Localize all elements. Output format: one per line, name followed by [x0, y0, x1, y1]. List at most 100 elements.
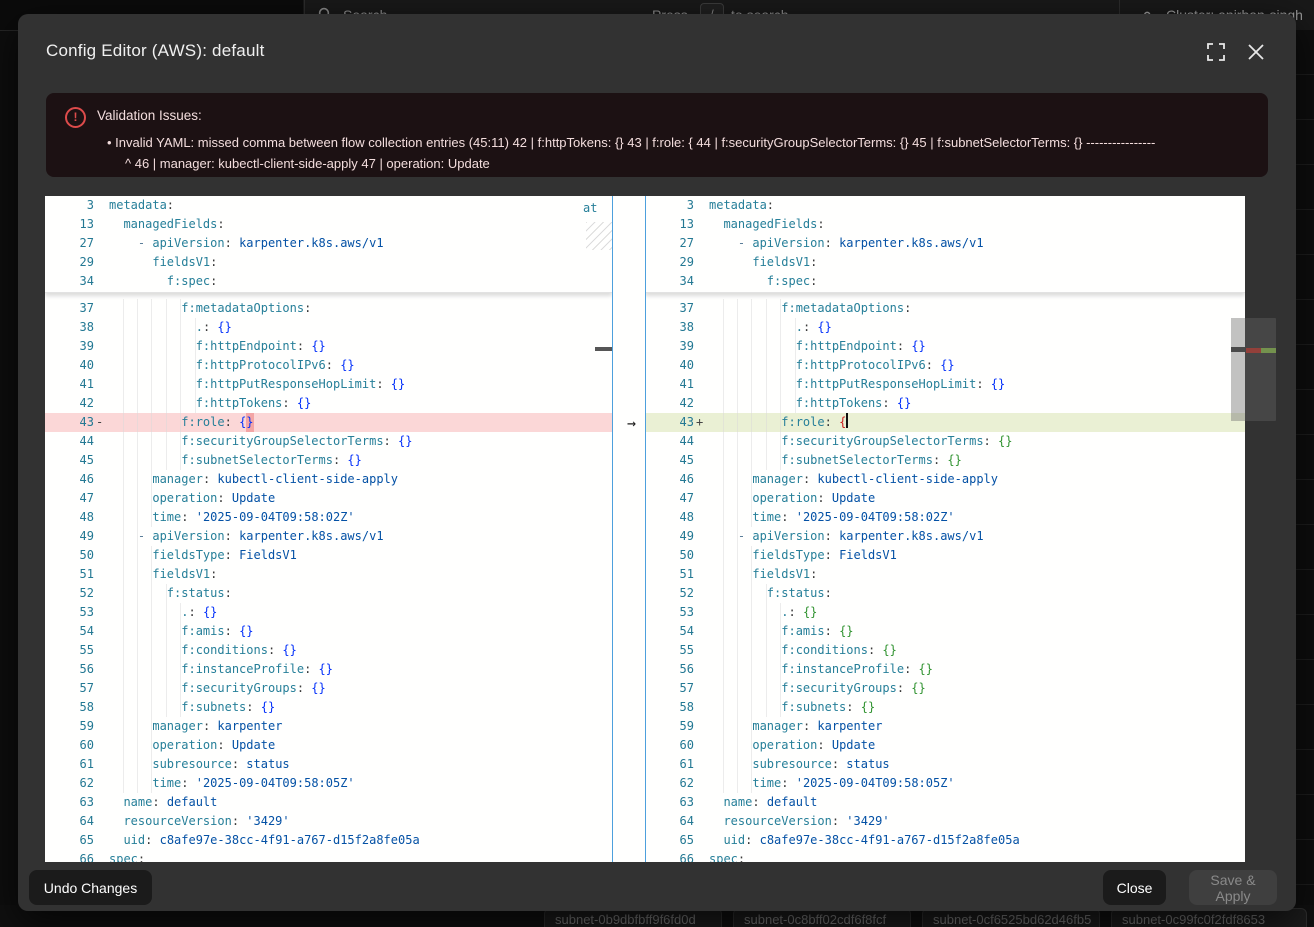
code-line[interactable]: 65 uid: c8afe97e-38cc-4f91-a767-d15f2a8f… — [45, 831, 612, 850]
code-line[interactable]: 52 f:status: — [45, 584, 612, 603]
code-line[interactable]: 63 name: default — [45, 793, 612, 812]
code-token: : — [210, 272, 217, 291]
code-line[interactable]: 59 manager: karpenter — [645, 717, 1245, 736]
code-token: karpenter.k8s.aws/v1 — [239, 234, 384, 253]
diff-revert-arrow-icon[interactable]: → — [618, 414, 645, 433]
code-line[interactable]: 38 .: {} — [45, 318, 612, 337]
code-line[interactable]: 39 f:httpEndpoint: {} — [645, 337, 1245, 356]
diff-pane-modified[interactable]: 37 f:metadataOptions:38 .: {}39 f:httpEn… — [645, 196, 1245, 862]
diff-sign — [94, 622, 109, 641]
code-line[interactable]: 48 time: '2025-09-04T09:58:02Z' — [645, 508, 1245, 527]
code-line[interactable]: 61 subresource: status — [645, 755, 1245, 774]
close-icon[interactable] — [1247, 43, 1267, 63]
close-button[interactable]: Close — [1103, 870, 1166, 905]
code-line[interactable]: 41 f:httpPutResponseHopLimit: {} — [45, 375, 612, 394]
code-line[interactable]: 57 f:securityGroups: {} — [45, 679, 612, 698]
code-line[interactable]: 40 f:httpProtocolIPv6: {} — [645, 356, 1245, 375]
diff-pane-original[interactable]: 37 f:metadataOptions:38 .: {}39 f:httpEn… — [45, 196, 612, 862]
code-line[interactable]: 62 time: '2025-09-04T09:58:05Z' — [45, 774, 612, 793]
code-token: : — [304, 299, 311, 318]
diff-sign — [694, 679, 709, 698]
diff-overview-viewport[interactable] — [1245, 318, 1276, 421]
code-line[interactable]: 46 manager: kubectl-client-side-apply — [45, 470, 612, 489]
save-apply-button[interactable]: Save & Apply — [1189, 870, 1277, 905]
code-token — [109, 508, 152, 527]
code-line[interactable]: 52 f:status: — [645, 584, 1245, 603]
fullscreen-button[interactable] — [1207, 43, 1227, 63]
code-line[interactable]: 64 resourceVersion: '3429' — [645, 812, 1245, 831]
undo-changes-button[interactable]: Undo Changes — [29, 870, 152, 905]
code-line[interactable]: 62 time: '2025-09-04T09:58:05Z' — [645, 774, 1245, 793]
code-line[interactable]: 41 f:httpPutResponseHopLimit: {} — [645, 375, 1245, 394]
code-line[interactable]: 37 f:metadataOptions: — [45, 299, 612, 318]
diff-sign — [94, 318, 109, 337]
code-token: : — [217, 736, 231, 755]
code-line[interactable]: 42 f:httpTokens: {} — [45, 394, 612, 413]
code-line[interactable]: 56 f:instanceProfile: {} — [45, 660, 612, 679]
code-line[interactable]: 51 fieldsV1: — [645, 565, 1245, 584]
line-number: 40 — [645, 356, 694, 375]
code-token: {} — [311, 679, 325, 698]
code-line[interactable]: 37 f:metadataOptions: — [645, 299, 1245, 318]
line-number: 53 — [645, 603, 694, 622]
modified-scrollbar-slider[interactable] — [1231, 318, 1245, 421]
code-line[interactable]: 54 f:amis: {} — [645, 622, 1245, 641]
code-line[interactable]: 48 time: '2025-09-04T09:58:02Z' — [45, 508, 612, 527]
code-line[interactable]: 44 f:securityGroupSelectorTerms: {} — [645, 432, 1245, 451]
code-line[interactable]: 47 operation: Update — [45, 489, 612, 508]
code-line[interactable]: 45 f:subnetSelectorTerms: {} — [45, 451, 612, 470]
code-line[interactable]: 66spec: — [45, 850, 612, 862]
code-line[interactable]: 60 operation: Update — [45, 736, 612, 755]
code-line[interactable]: 64 resourceVersion: '3429' — [45, 812, 612, 831]
code-line[interactable]: 40 f:httpProtocolIPv6: {} — [45, 356, 612, 375]
code-token: operation — [152, 736, 217, 755]
code-line[interactable]: 44 f:securityGroupSelectorTerms: {} — [45, 432, 612, 451]
original-scrollbar-marker[interactable] — [595, 347, 612, 351]
code-line[interactable]: 58 f:subnets: {} — [45, 698, 612, 717]
code-line[interactable]: 50 fieldsType: FieldsV1 — [645, 546, 1245, 565]
diff-sash-right-border[interactable] — [645, 196, 646, 862]
code-line[interactable]: 56 f:instanceProfile: {} — [645, 660, 1245, 679]
code-line[interactable]: 53 .: {} — [645, 603, 1245, 622]
code-line[interactable]: 53 .: {} — [45, 603, 612, 622]
code-line[interactable]: 51 fieldsV1: — [45, 565, 612, 584]
code-line[interactable]: 61 subresource: status — [45, 755, 612, 774]
code-line[interactable]: 66spec: — [645, 850, 1245, 862]
code-line[interactable]: 50 fieldsType: FieldsV1 — [45, 546, 612, 565]
code-line[interactable]: 46 manager: kubectl-client-side-apply — [645, 470, 1245, 489]
code-line[interactable]: 63 name: default — [645, 793, 1245, 812]
code-token — [709, 736, 752, 755]
code-token: : — [217, 215, 224, 234]
code-line[interactable]: 55 f:conditions: {} — [45, 641, 612, 660]
code-token: : — [926, 356, 940, 375]
code-line[interactable]: 59 manager: karpenter — [45, 717, 612, 736]
code-line[interactable]: 38 .: {} — [645, 318, 1245, 337]
code-token — [709, 470, 752, 489]
code-line[interactable]: 39 f:httpEndpoint: {} — [45, 337, 612, 356]
code-line[interactable]: 58 f:subnets: {} — [645, 698, 1245, 717]
yaml-diff-editor[interactable]: 37 f:metadataOptions:38 .: {}39 f:httpEn… — [45, 196, 1245, 862]
line-number: 37 — [645, 299, 694, 318]
code-token: '3429' — [846, 812, 889, 831]
code-line[interactable]: 49 - apiVersion: karpenter.k8s.aws/v1 — [645, 527, 1245, 546]
code-line[interactable]: 43+ f:role: { — [645, 413, 1245, 432]
code-token — [109, 831, 123, 850]
diff-sign — [94, 831, 109, 850]
code-line[interactable]: 55 f:conditions: {} — [645, 641, 1245, 660]
code-line[interactable]: 42 f:httpTokens: {} — [645, 394, 1245, 413]
code-token: f:httpTokens — [196, 394, 283, 413]
code-line[interactable]: 45 f:subnetSelectorTerms: {} — [645, 451, 1245, 470]
code-token: : — [803, 717, 817, 736]
code-line[interactable]: 57 f:securityGroups: {} — [645, 679, 1245, 698]
code-line[interactable]: 60 operation: Update — [645, 736, 1245, 755]
diff-sash-left-border[interactable] — [612, 196, 613, 862]
line-number: 40 — [45, 356, 94, 375]
code-token: uid — [123, 831, 145, 850]
code-line[interactable]: 54 f:amis: {} — [45, 622, 612, 641]
code-line[interactable]: 49 - apiVersion: karpenter.k8s.aws/v1 — [45, 527, 612, 546]
sticky-code-line: 34 f:spec: — [645, 272, 1245, 291]
line-number: 3 — [645, 196, 694, 215]
code-line[interactable]: 47 operation: Update — [645, 489, 1245, 508]
code-line[interactable]: 43- f:role: {} — [45, 413, 612, 432]
code-line[interactable]: 65 uid: c8afe97e-38cc-4f91-a767-d15f2a8f… — [645, 831, 1245, 850]
